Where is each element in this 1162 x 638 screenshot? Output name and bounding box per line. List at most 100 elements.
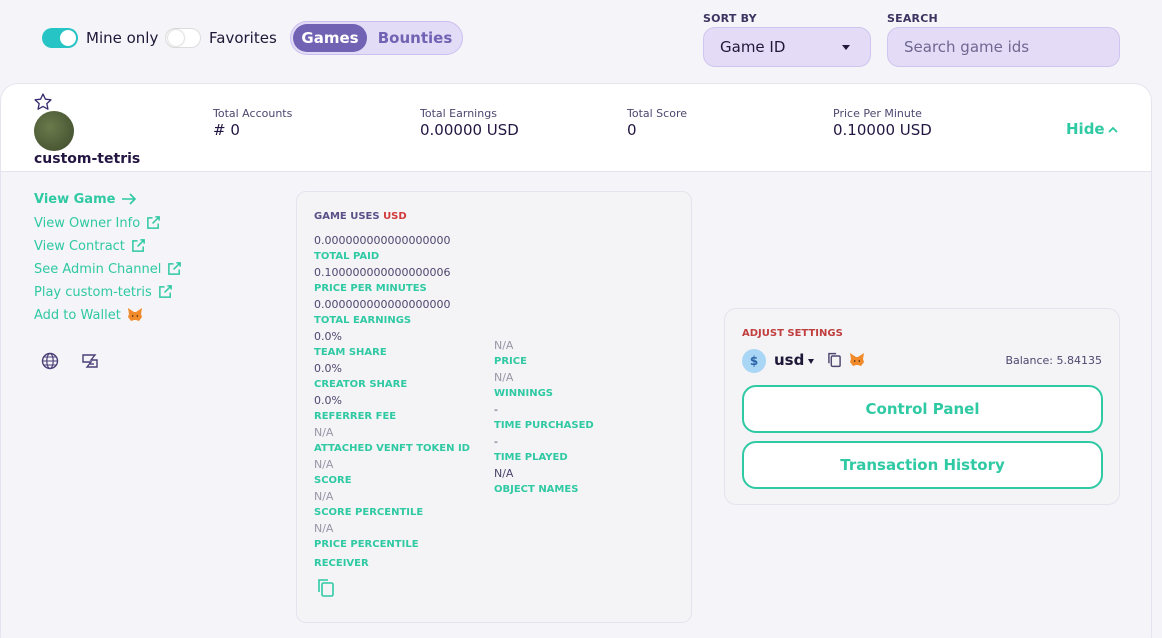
search-label: SEARCH — [887, 12, 938, 25]
balance-text: Balance: 5.84135 — [1005, 354, 1102, 367]
link-label: Add to Wallet — [34, 308, 121, 323]
stat-value: 0 — [627, 121, 637, 139]
game-info-panel: GAME USES USD 0.000000000000000000 TOTAL… — [296, 191, 692, 623]
stat-label: Total Accounts — [213, 107, 293, 120]
info-label: WINNINGS — [494, 388, 553, 399]
info-right-column: N/A PRICE N/A WINNINGS - TIME PURCHASED … — [494, 338, 594, 498]
info-value: N/A — [494, 467, 514, 480]
game-avatar — [34, 111, 74, 151]
sort-by-label: SORT BY — [703, 12, 757, 25]
chevron-up-icon — [1105, 120, 1119, 138]
info-label: PRICE PERCENTILE — [314, 539, 419, 550]
stat-label: Price Per Minute — [833, 107, 922, 120]
metamask-fox-icon[interactable] — [849, 352, 865, 371]
game-links: View Game View Owner Info View Contract … — [34, 192, 182, 330]
play-game-link[interactable]: Play custom-tetris — [34, 284, 182, 307]
info-label: CREATOR SHARE — [314, 379, 408, 390]
info-label: RECEIVER — [314, 558, 369, 569]
game-card-header: custom-tetris Total Accounts # 0 Total E… — [1, 84, 1151, 172]
stat-value: # 0 — [213, 121, 240, 139]
mine-only-toggle[interactable] — [42, 28, 78, 48]
info-value: N/A — [314, 490, 334, 503]
sort-by-select[interactable]: Game ID — [703, 27, 871, 67]
heading-text: GAME USES — [314, 211, 380, 222]
link-label: View Game — [34, 192, 116, 207]
copy-icon[interactable] — [827, 352, 842, 372]
stat-value: 0.10000 USD — [833, 121, 932, 139]
link-label: View Contract — [34, 239, 125, 254]
view-game-link[interactable]: View Game — [34, 192, 182, 215]
globe-icon[interactable] — [41, 352, 59, 374]
info-label: SCORE — [314, 475, 352, 486]
stat-value: 0.00000 USD — [420, 121, 519, 139]
external-link-icon — [147, 216, 161, 229]
info-label: TIME PURCHASED — [494, 420, 594, 431]
sort-by-value: Game ID — [720, 38, 786, 56]
link-label: See Admin Channel — [34, 262, 162, 277]
stat-total-score: Total Score 0 — [627, 107, 687, 139]
info-value: 0.0% — [314, 394, 342, 407]
transaction-history-button[interactable]: Transaction History — [742, 441, 1103, 489]
info-left-column: 0.000000000000000000 TOTAL PAID 0.100000… — [314, 233, 470, 572]
stat-label: Total Score — [627, 107, 687, 120]
info-value: N/A — [314, 458, 334, 471]
info-label: PRICE — [494, 356, 527, 367]
caret-down-icon — [842, 45, 850, 50]
game-controller-icon[interactable] — [81, 352, 99, 374]
info-label: TIME PLAYED — [494, 452, 568, 463]
metamask-fox-icon — [127, 308, 142, 321]
info-value: - — [494, 435, 498, 448]
external-link-icon — [158, 285, 172, 298]
adjust-settings-heading: ADJUST SETTINGS — [742, 328, 843, 339]
arrow-right-icon — [122, 193, 137, 205]
hide-button[interactable]: Hide — [1066, 120, 1119, 138]
game-card: custom-tetris Total Accounts # 0 Total E… — [0, 83, 1152, 638]
info-value: 0.100000000000000006 — [314, 266, 451, 279]
external-link-icon — [168, 262, 182, 275]
currency-text: USD — [383, 211, 407, 222]
stat-total-accounts: Total Accounts # 0 — [213, 107, 292, 139]
toggle-knob — [60, 30, 76, 46]
currency-select[interactable]: usd — [774, 351, 804, 369]
info-label: PRICE PER MINUTES — [314, 283, 427, 294]
favorites-toggle[interactable] — [165, 28, 201, 48]
info-value: 0.000000000000000000 — [314, 234, 451, 247]
game-uses-heading: GAME USES USD — [314, 211, 407, 222]
view-contract-link[interactable]: View Contract — [34, 238, 182, 261]
adjust-settings-panel: ADJUST SETTINGS $ usd Balance: 5.84135 C… — [724, 308, 1120, 505]
info-label: TOTAL EARNINGS — [314, 315, 412, 326]
stat-label: Total Earnings — [420, 107, 497, 120]
link-label: View Owner Info — [34, 216, 141, 231]
info-label: OBJECT NAMES — [494, 484, 579, 495]
link-label: Play custom-tetris — [34, 285, 152, 300]
tab-games[interactable]: Games — [293, 24, 367, 52]
info-label: REFERRER FEE — [314, 411, 397, 422]
info-value: N/A — [494, 339, 514, 352]
toggle-knob — [168, 30, 184, 46]
info-value: 0.000000000000000000 — [314, 298, 451, 311]
add-to-wallet-link[interactable]: Add to Wallet — [34, 307, 182, 330]
info-label: SCORE PERCENTILE — [314, 507, 424, 518]
game-name: custom-tetris — [34, 151, 141, 167]
usd-coin-icon: $ — [742, 349, 766, 373]
hide-label: Hide — [1066, 120, 1105, 138]
info-value: N/A — [314, 522, 334, 535]
copy-receiver-icon[interactable] — [317, 578, 335, 602]
see-admin-channel-link[interactable]: See Admin Channel — [34, 261, 182, 284]
stat-price-per-minute: Price Per Minute 0.10000 USD — [833, 107, 932, 139]
info-label: ATTACHED VENFT TOKEN ID — [314, 443, 470, 454]
search-input[interactable] — [887, 27, 1120, 67]
tab-bounties[interactable]: Bounties — [369, 24, 461, 52]
info-value: - — [494, 403, 498, 416]
info-value: 0.0% — [314, 330, 342, 343]
info-label: TEAM SHARE — [314, 347, 387, 358]
caret-down-icon[interactable] — [808, 359, 814, 364]
view-owner-info-link[interactable]: View Owner Info — [34, 215, 182, 238]
view-segmented-control: Games Bounties — [290, 21, 463, 55]
control-panel-button[interactable]: Control Panel — [742, 385, 1103, 433]
filter-bar: Mine only Favorites Games Bounties SORT … — [0, 0, 1162, 80]
external-link-icon — [132, 239, 145, 252]
favorites-label: Favorites — [209, 29, 277, 47]
mine-only-label: Mine only — [86, 29, 159, 47]
info-label: TOTAL PAID — [314, 251, 380, 262]
